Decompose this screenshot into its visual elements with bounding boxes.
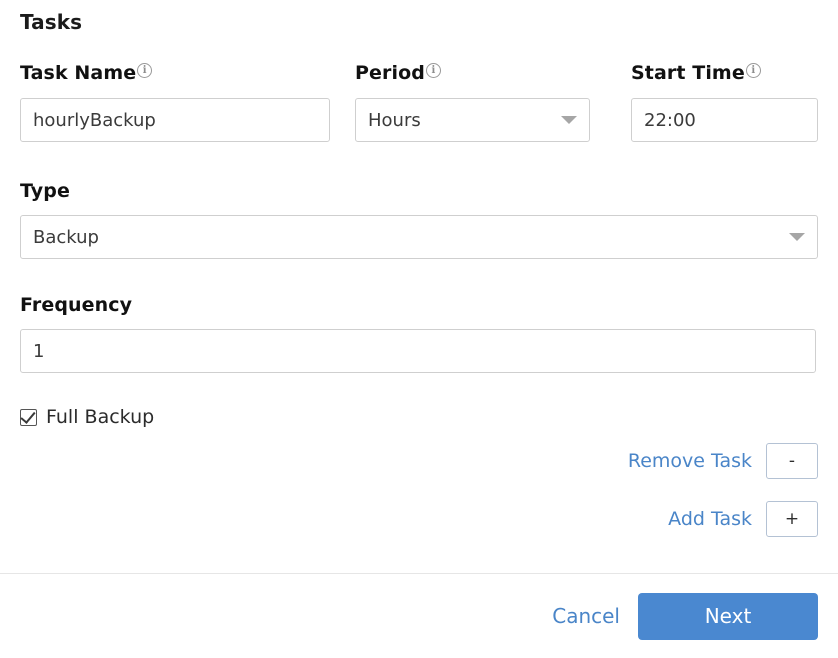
- type-label: Type: [20, 180, 70, 202]
- chevron-down-icon: [789, 233, 805, 241]
- page-title: Tasks: [20, 10, 82, 34]
- chevron-down-icon: [561, 116, 577, 124]
- frequency-label-text: Frequency: [20, 294, 132, 316]
- start-time-value: 22:00: [644, 110, 696, 131]
- info-circle-icon[interactable]: [426, 63, 441, 78]
- add-task-label[interactable]: Add Task: [668, 508, 752, 530]
- start-time-input[interactable]: 22:00: [631, 98, 818, 142]
- add-task-button[interactable]: +: [766, 501, 818, 537]
- start-time-label-text: Start Time: [631, 62, 745, 84]
- cancel-button[interactable]: Cancel: [552, 604, 620, 628]
- info-circle-icon[interactable]: [137, 63, 152, 78]
- task-name-value: hourlyBackup: [33, 110, 156, 131]
- tasks-form-panel: Tasks Task Name hourlyBackup Period Hour…: [0, 0, 838, 658]
- type-select[interactable]: Backup: [20, 215, 818, 259]
- remove-task-label[interactable]: Remove Task: [628, 450, 752, 472]
- checkbox-checked-icon[interactable]: [20, 409, 37, 426]
- task-name-label: Task Name: [20, 62, 152, 84]
- add-task-action[interactable]: Add Task +: [668, 501, 818, 537]
- frequency-input[interactable]: 1: [20, 329, 816, 373]
- period-select[interactable]: Hours: [355, 98, 590, 142]
- type-value: Backup: [33, 227, 783, 248]
- footer-bar: Cancel Next: [0, 574, 838, 658]
- frequency-label: Frequency: [20, 294, 132, 316]
- period-label: Period: [355, 62, 441, 84]
- remove-task-button[interactable]: -: [766, 443, 818, 479]
- full-backup-checkbox-row[interactable]: Full Backup: [20, 406, 154, 428]
- period-label-text: Period: [355, 62, 425, 84]
- period-value: Hours: [368, 110, 555, 131]
- next-button[interactable]: Next: [638, 593, 818, 640]
- full-backup-label: Full Backup: [46, 406, 154, 428]
- type-label-text: Type: [20, 180, 70, 202]
- info-circle-icon[interactable]: [746, 63, 761, 78]
- start-time-label: Start Time: [631, 62, 761, 84]
- task-name-label-text: Task Name: [20, 62, 136, 84]
- remove-task-action[interactable]: Remove Task -: [628, 443, 818, 479]
- task-name-input[interactable]: hourlyBackup: [20, 98, 330, 142]
- frequency-value: 1: [33, 341, 44, 362]
